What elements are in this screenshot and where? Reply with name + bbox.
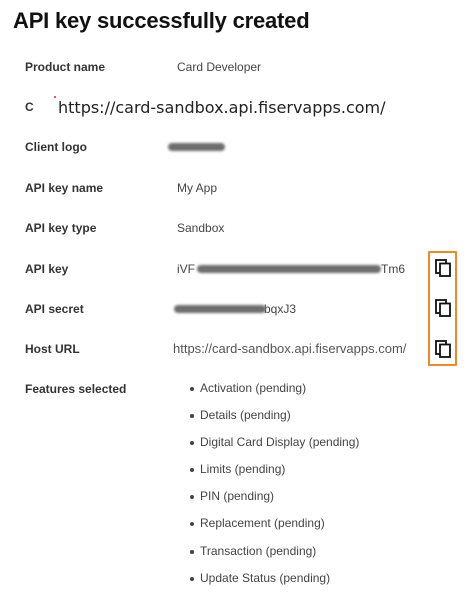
api-key-prefix: iVF: [177, 262, 195, 276]
feature-item: Digital Card Display (pending): [189, 432, 359, 459]
feature-item: Activation (pending): [189, 378, 359, 405]
feature-item: Transaction (pending): [189, 541, 359, 568]
client-logo-redacted: [168, 143, 225, 151]
feature-item: Limits (pending): [189, 459, 359, 486]
api-key-type-label: API key type: [25, 221, 97, 235]
product-name-value: Card Developer: [177, 60, 262, 74]
api-key-type-value: Sandbox: [177, 221, 225, 235]
api-key-redacted: [197, 265, 381, 273]
product-name-label: Product name: [25, 60, 106, 74]
host-url-value: https://card-sandbox.api.fiservapps.com/: [173, 341, 407, 356]
page-title: API key successfully created: [13, 8, 310, 33]
feature-item: Replacement (pending): [189, 513, 359, 540]
api-key-label: API key: [25, 262, 69, 276]
api-secret-value: bqxJ3: [264, 302, 297, 316]
copy-buttons-highlight: [428, 251, 457, 366]
red-marker: [54, 96, 56, 98]
hidden-row-label: C: [25, 100, 34, 114]
feature-item: PIN (pending): [189, 486, 359, 513]
api-key-name-label: API key name: [25, 181, 104, 195]
features-label: Features selected: [25, 382, 127, 396]
feature-item: Details (pending): [189, 405, 359, 432]
api-secret-redacted: [174, 305, 266, 313]
api-key-name-value: My App: [177, 181, 218, 195]
client-logo-label: Client logo: [25, 140, 87, 154]
host-url-label: Host URL: [25, 342, 80, 356]
features-list: Activation (pending) Details (pending) D…: [189, 378, 359, 595]
api-key-suffix: Tm6: [381, 262, 405, 276]
api-secret-label: API secret: [25, 302, 84, 316]
overlay-url-text: https://card-sandbox.api.fiservapps.com/: [58, 98, 386, 117]
